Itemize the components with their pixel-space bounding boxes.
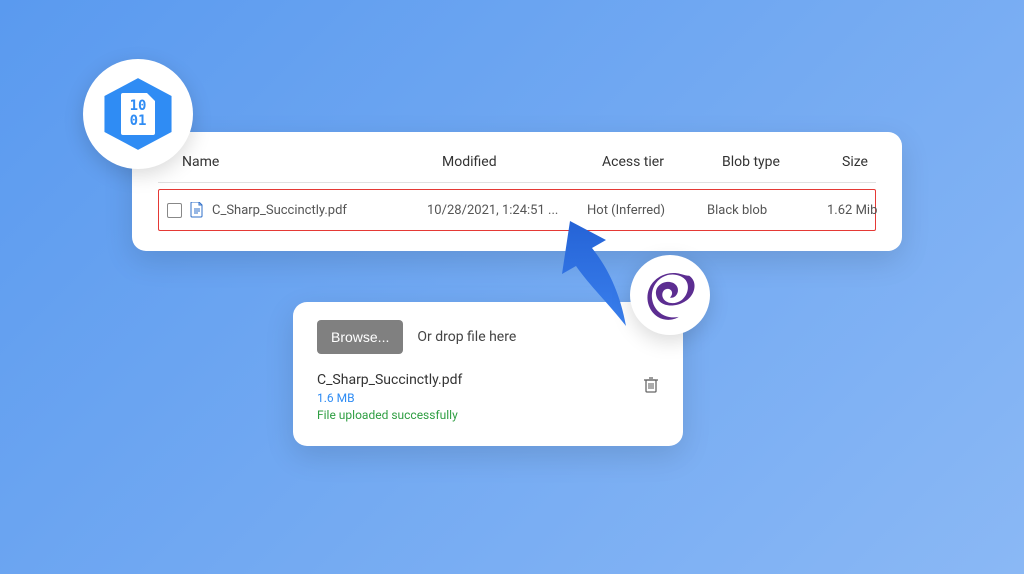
header-access-tier: Acess tier	[602, 154, 712, 170]
file-status: File uploaded successfully	[317, 408, 462, 422]
file-info: C_Sharp_Succinctly.pdf 1.6 MB File uploa…	[317, 372, 462, 422]
row-checkbox[interactable]	[167, 203, 182, 218]
table-header: Name Modified Acess tier Blob type Size	[158, 146, 876, 183]
row-blob-type: Black blob	[707, 203, 817, 218]
file-size: 1.6 MB	[317, 391, 462, 405]
bits-top: 10	[130, 99, 147, 114]
drop-hint: Or drop file here	[417, 329, 516, 345]
header-size: Size	[842, 154, 922, 170]
header-name: Name	[182, 154, 432, 170]
blazor-logo	[630, 255, 710, 335]
file-icon	[190, 202, 204, 218]
document-icon: 10 01	[121, 93, 155, 135]
row-modified: 10/28/2021, 1:24:51 ...	[427, 203, 577, 218]
uploaded-file-row: C_Sharp_Succinctly.pdf 1.6 MB File uploa…	[317, 372, 659, 422]
blob-table-card: Name Modified Acess tier Blob type Size …	[132, 132, 902, 251]
bits-bottom: 01	[130, 114, 147, 129]
row-name: C_Sharp_Succinctly.pdf	[212, 203, 347, 218]
name-cell: C_Sharp_Succinctly.pdf	[167, 202, 417, 218]
header-modified: Modified	[442, 154, 592, 170]
header-blob-type: Blob type	[722, 154, 832, 170]
blazor-icon	[642, 267, 698, 323]
file-name: C_Sharp_Succinctly.pdf	[317, 372, 462, 388]
browse-button[interactable]: Browse...	[317, 320, 403, 354]
hexagon-icon: 10 01	[99, 75, 177, 153]
table-row[interactable]: C_Sharp_Succinctly.pdf 10/28/2021, 1:24:…	[158, 189, 876, 231]
trash-icon[interactable]	[643, 376, 659, 394]
row-access-tier: Hot (Inferred)	[587, 203, 697, 218]
azure-blob-logo: 10 01	[83, 59, 193, 169]
row-size: 1.62 Mib	[827, 203, 907, 218]
